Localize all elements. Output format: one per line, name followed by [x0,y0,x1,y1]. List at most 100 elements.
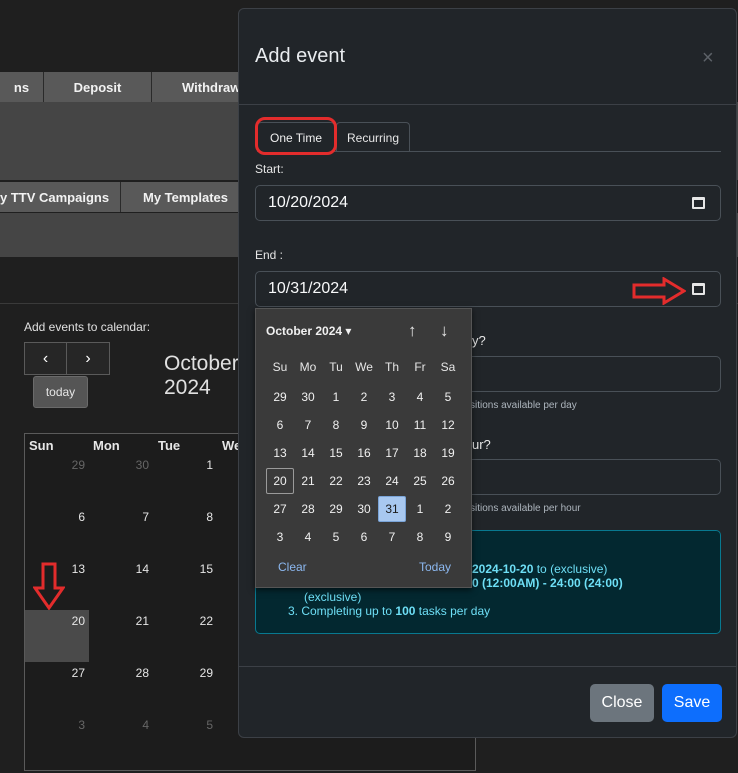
picker-day-cell[interactable]: 20 [266,468,294,494]
header-tue: Tue [158,438,181,453]
red-highlight-box [255,117,337,155]
chevron-right-icon: › [85,349,91,367]
calendar-next-button[interactable]: › [67,342,110,375]
picker-day-cell[interactable]: 11 [406,412,434,438]
picker-weekday-header: Mo [299,360,317,374]
info-line-1: 2024-10-20 to (exclusive) [472,562,607,576]
picker-day-cell[interactable]: 28 [294,496,322,522]
picker-day-cell[interactable]: 7 [294,412,322,438]
picker-day-cell[interactable]: 13 [266,440,294,466]
picker-day-cell[interactable]: 2 [434,496,462,522]
picker-day-cell[interactable]: 4 [406,384,434,410]
calendar-day-cell[interactable]: 15 [149,562,213,576]
picker-day-cell[interactable]: 8 [322,412,350,438]
arrow-down-icon[interactable]: ↓ [440,321,449,341]
picker-day-cell[interactable]: 6 [266,412,294,438]
picker-day-cell[interactable]: 8 [406,524,434,550]
picker-weekday-header: Fr [414,360,426,374]
calendar-day-cell[interactable]: 28 [85,666,149,680]
info-line-1-rest: to (exclusive) [533,562,608,576]
picker-today-button[interactable]: Today [419,560,451,574]
calendar-day-cell[interactable]: 20 [21,614,85,628]
calendar-day-cell[interactable]: 4 [85,718,149,732]
picker-day-cell[interactable]: 1 [406,496,434,522]
close-button[interactable]: Close [590,684,654,722]
picker-day-cell[interactable]: 30 [350,496,378,522]
calendar-day-cell[interactable]: 8 [149,510,213,524]
modal-title: Add event [255,45,346,67]
picker-month-select[interactable]: October 2024 ▾ [266,324,351,338]
header-sun: Sun [29,438,54,453]
calendar-title-month: October [164,352,239,375]
picker-day-cell[interactable]: 16 [350,440,378,466]
calendar-day-cell[interactable]: 5 [149,718,213,732]
picker-day-cell[interactable]: 5 [434,384,462,410]
picker-day-cell[interactable]: 17 [378,440,406,466]
picker-day-cell[interactable]: 29 [322,496,350,522]
chevron-left-icon: ‹ [42,349,49,367]
calendar-icon[interactable] [692,197,705,209]
picker-day-cell[interactable]: 22 [322,468,350,494]
info-item-3-suffix: tasks per day [415,604,491,618]
picker-day-cell[interactable]: 9 [350,412,378,438]
picker-clear-button[interactable]: Clear [278,560,307,574]
calendar-day-cell[interactable]: 30 [85,458,149,472]
info-line-3: (exclusive) [304,590,362,604]
calendar-day-cell[interactable]: 21 [85,614,149,628]
calendar-day-cell[interactable]: 29 [21,458,85,472]
picker-day-cell[interactable]: 10 [378,412,406,438]
start-date-value: 10/20/2024 [268,194,349,211]
picker-day-cell[interactable]: 19 [434,440,462,466]
calendar-prev-button[interactable]: ‹ [24,342,67,375]
start-date-input[interactable]: 10/20/2024 [255,185,721,221]
picker-day-cell[interactable]: 9 [434,524,462,550]
picker-day-cell[interactable]: 14 [294,440,322,466]
picker-day-cell[interactable]: 4 [294,524,322,550]
question-hourly-label: ur? [472,437,491,452]
picker-day-cell[interactable]: 21 [294,468,322,494]
picker-day-cell[interactable]: 25 [406,468,434,494]
picker-day-cell[interactable]: 31 [378,496,406,522]
picker-day-cell[interactable]: 2 [350,384,378,410]
calendar-day-cell[interactable]: 14 [85,562,149,576]
picker-day-cell[interactable]: 3 [266,524,294,550]
nav-tab-my-templates[interactable]: My Templates [121,182,251,212]
nav-tab-campaigns[interactable]: ns [0,72,44,102]
picker-day-cell[interactable]: 29 [266,384,294,410]
picker-day-cell[interactable]: 18 [406,440,434,466]
start-label: Start: [255,162,284,176]
picker-day-cell[interactable]: 6 [350,524,378,550]
calendar-day-cell[interactable]: 7 [85,510,149,524]
picker-day-cell[interactable]: 30 [294,384,322,410]
picker-day-cell[interactable]: 5 [322,524,350,550]
calendar-day-cell[interactable]: 3 [21,718,85,732]
calendar-icon[interactable] [692,283,705,295]
calendar-day-cell[interactable]: 29 [149,666,213,680]
end-date-value: 10/31/2024 [268,280,349,297]
picker-day-cell[interactable]: 12 [434,412,462,438]
close-icon[interactable]: × [702,47,714,70]
modal-header-divider [239,104,736,105]
picker-day-cell[interactable]: 27 [266,496,294,522]
info-item-3: 3. Completing up to 100 tasks per day [288,604,490,618]
picker-weekday-header: Th [384,360,399,374]
calendar-day-cell[interactable]: 6 [21,510,85,524]
info-item-3-prefix: 3. Completing up to [288,604,396,618]
nav-tab-ttv-campaigns[interactable]: y TTV Campaigns [0,182,121,212]
calendar-day-cell[interactable]: 22 [149,614,213,628]
save-button[interactable]: Save [662,684,722,722]
picker-day-cell[interactable]: 24 [378,468,406,494]
picker-day-cell[interactable]: 3 [378,384,406,410]
calendar-today-button[interactable]: today [33,376,88,408]
picker-day-cell[interactable]: 26 [434,468,462,494]
date-picker-popup: October 2024 ▾ ↑ ↓ Su Mo Tu We Th Fr Sa 29 30 1 2… [255,308,472,588]
calendar-day-cell[interactable]: 1 [149,458,213,472]
arrow-up-icon[interactable]: ↑ [408,321,417,341]
picker-day-cell[interactable]: 23 [350,468,378,494]
picker-day-cell[interactable]: 1 [322,384,350,410]
nav-tab-deposit[interactable]: Deposit [44,72,152,102]
tab-recurring[interactable]: Recurring [336,122,410,152]
calendar-day-cell[interactable]: 27 [21,666,85,680]
picker-day-cell[interactable]: 7 [378,524,406,550]
picker-day-cell[interactable]: 15 [322,440,350,466]
